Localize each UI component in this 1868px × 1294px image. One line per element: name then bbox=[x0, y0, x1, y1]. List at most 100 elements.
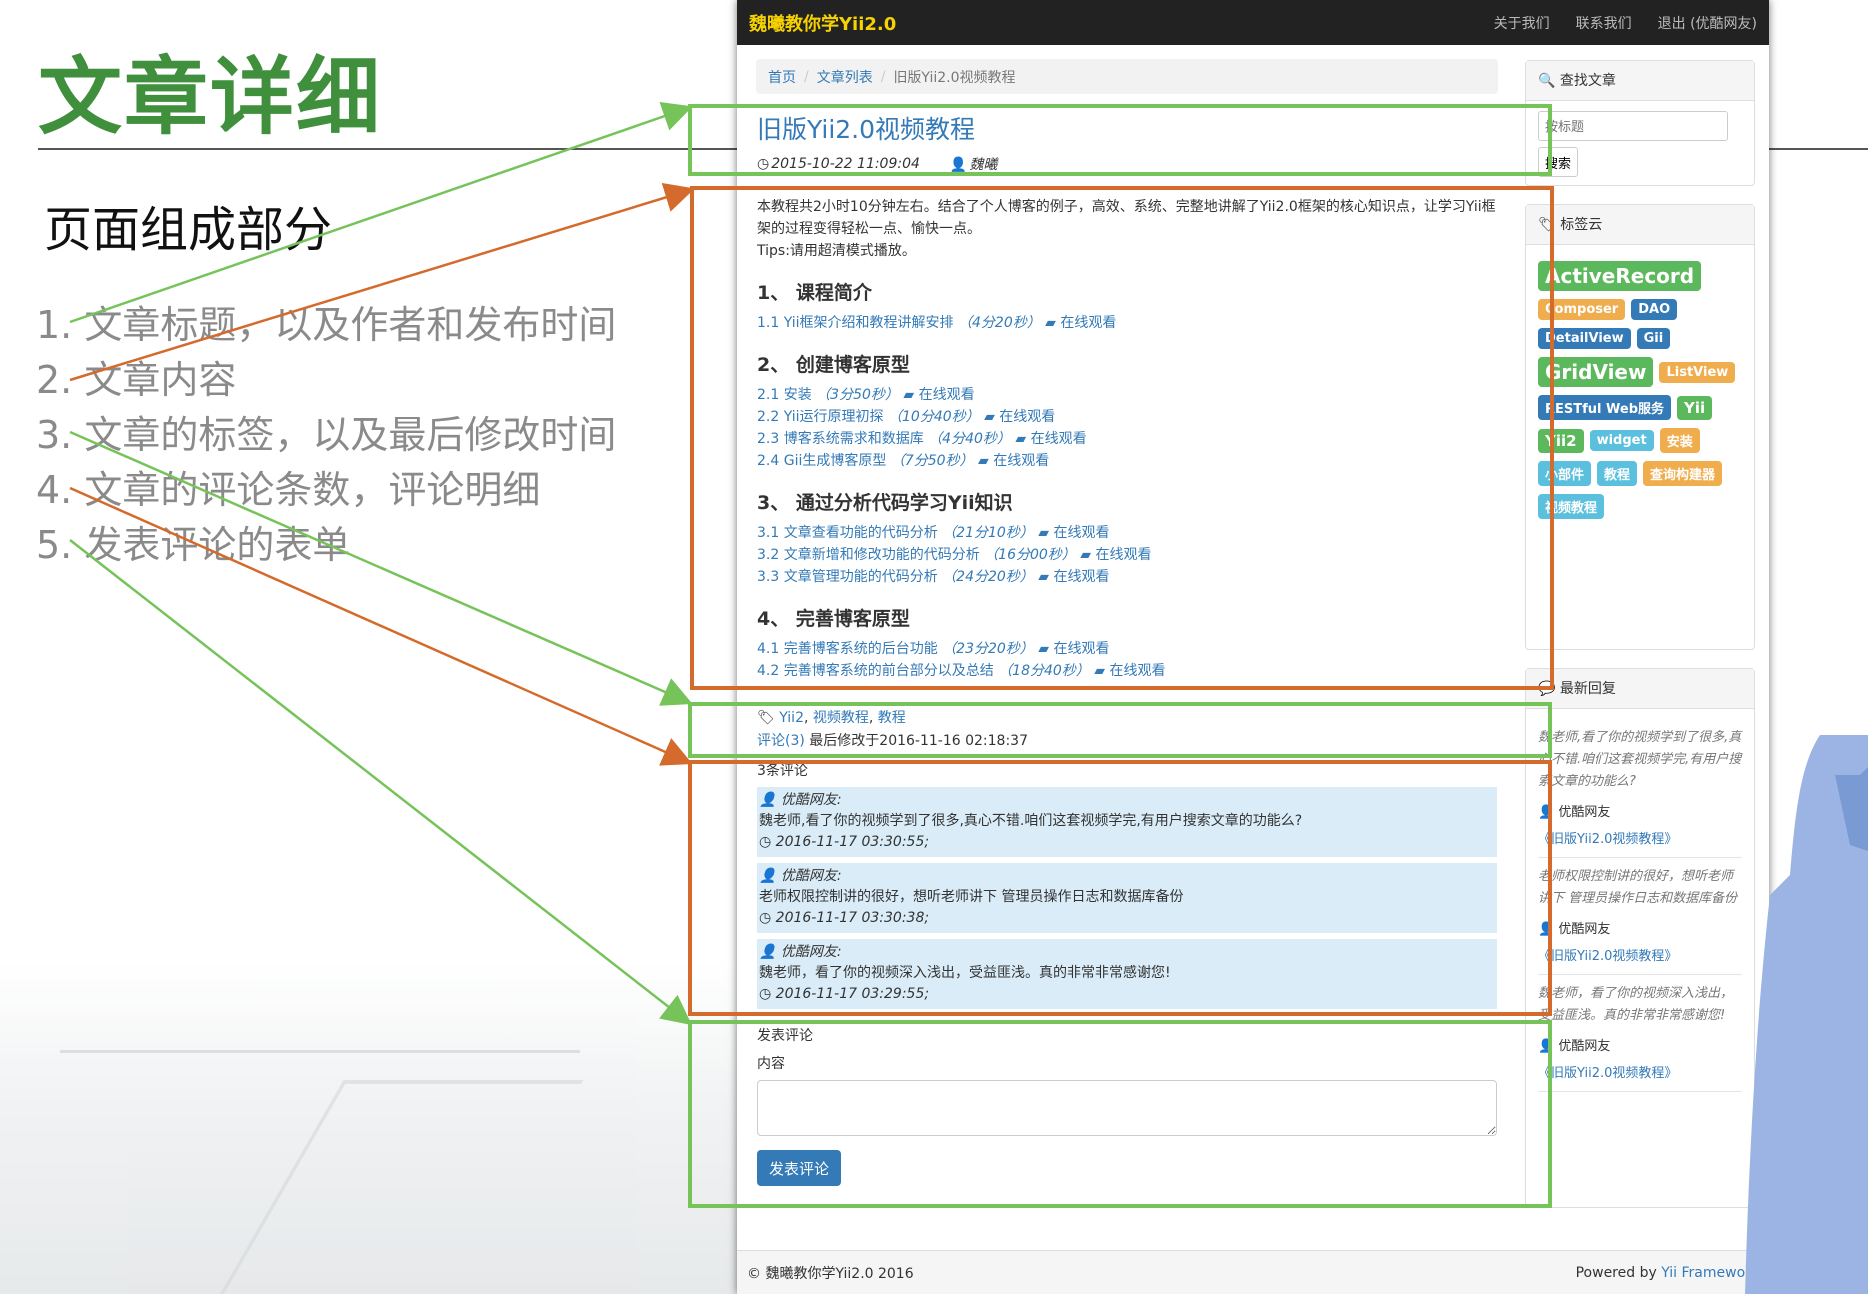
comment-count-link[interactable]: 评论(3) bbox=[757, 733, 805, 749]
lesson-item[interactable]: 3.3 文章管理功能的代码分析 （24分20秒） ▰ 在线观看 bbox=[757, 566, 1497, 588]
section-heading: 2、 创建博客原型 bbox=[757, 354, 910, 376]
lesson-title: 2.3 博客系统需求和数据库 bbox=[757, 431, 929, 447]
comment-text: 老师权限控制讲的很好，想听老师讲下 管理员操作日志和数据库备份 bbox=[759, 889, 1184, 905]
lesson-title: 3.1 文章查看功能的代码分析 bbox=[757, 525, 943, 541]
watch-online-link[interactable]: ▰ 在线观看 bbox=[1034, 569, 1109, 585]
tagcloud-tag[interactable]: DAO bbox=[1631, 299, 1678, 320]
comment-time: 2016-11-17 03:30:55; bbox=[775, 834, 930, 850]
watch-online-link[interactable]: ▰ 在线观看 bbox=[1041, 315, 1116, 331]
tag-link[interactable]: 教程 bbox=[878, 710, 906, 726]
recent-reply-author: 👤 优酷网友 bbox=[1538, 1039, 1611, 1054]
tagcloud-tag[interactable]: ActiveRecord bbox=[1538, 261, 1702, 291]
lesson-item[interactable]: 2.3 博客系统需求和数据库 （4分40秒） ▰ 在线观看 bbox=[757, 428, 1497, 450]
tagcloud-tag[interactable]: 教程 bbox=[1597, 461, 1638, 486]
tagcloud-tag[interactable]: 查询构建器 bbox=[1643, 461, 1723, 486]
lesson-item[interactable]: 3.1 文章查看功能的代码分析 （21分10秒） ▰ 在线观看 bbox=[757, 522, 1497, 544]
component-item: 4. 文章的评论条数，评论明细 bbox=[36, 468, 541, 512]
tags-icon: 🏷 bbox=[1538, 217, 1556, 233]
lesson-duration: （3分50秒） bbox=[816, 387, 899, 403]
tag-cloud: ActiveRecord Composer DAO DetailView Gii Grid… bbox=[1526, 245, 1754, 529]
nav-contact[interactable]: 联系我们 bbox=[1576, 13, 1632, 33]
tag-link[interactable]: Yii2 bbox=[779, 710, 804, 726]
submit-comment-button[interactable]: 发表评论 bbox=[757, 1150, 842, 1186]
tagcloud-tag[interactable]: ListView bbox=[1659, 361, 1736, 383]
recent-reply-post-link[interactable]: 《旧版Yii2.0视频教程》 bbox=[1538, 1062, 1742, 1081]
recent-reply-text: 老师权限控制讲的很好，想听老师讲下 管理员操作日志和数据库备份 bbox=[1538, 869, 1738, 906]
comment-text: 魏老师,看了你的视频学到了很多,真心不错.咱们这套视频学完,有用户搜索文章的功能… bbox=[759, 813, 1303, 829]
watch-online-link[interactable]: ▰ 在线观看 bbox=[1034, 525, 1109, 541]
tagcloud-panel: 🏷 标签云 ActiveRecord Composer DAO DetailView G… bbox=[1525, 204, 1755, 650]
comment-item: 👤 优酷网友: 魏老师，看了你的视频深入浅出，受益匪浅。真的非常非常感谢您! ◷… bbox=[757, 939, 1497, 1009]
tag-link[interactable]: 视频教程 bbox=[813, 710, 869, 726]
clock-icon: ◷ bbox=[757, 156, 770, 172]
watch-online-link[interactable]: ▰ 在线观看 bbox=[899, 387, 974, 403]
user-icon: 👤 bbox=[759, 792, 777, 808]
watch-online-link[interactable]: ▰ 在线观看 bbox=[1011, 431, 1086, 447]
lesson-item[interactable]: 4.2 完善博客系统的前台部分以及总结 （18分40秒） ▰ 在线观看 bbox=[757, 660, 1497, 682]
tagcloud-tag[interactable]: RESTful Web服务 bbox=[1538, 395, 1672, 420]
watch-online-link[interactable]: ▰ 在线观看 bbox=[1090, 663, 1165, 679]
user-icon: 👤 bbox=[759, 944, 777, 960]
watch-online-link[interactable]: ▰ 在线观看 bbox=[974, 453, 1049, 469]
lesson-item[interactable]: 2.4 Gii生成博客原型 （7分50秒） ▰ 在线观看 bbox=[757, 450, 1497, 472]
breadcrumb-list[interactable]: 文章列表 bbox=[817, 67, 873, 87]
watch-online-link[interactable]: ▰ 在线观看 bbox=[1076, 547, 1151, 563]
recent-reply-post-link[interactable]: 《旧版Yii2.0视频教程》 bbox=[1538, 945, 1742, 964]
recent-reply-author: 👤 优酷网友 bbox=[1538, 922, 1611, 937]
post-tips: Tips:请用超清模式播放。 bbox=[757, 243, 916, 259]
tagcloud-tag[interactable]: Yii2 bbox=[1538, 428, 1584, 453]
nav-about[interactable]: 关于我们 bbox=[1494, 13, 1550, 33]
recent-reply-item: 老师权限控制讲的很好，想听老师讲下 管理员操作日志和数据库备份 👤 优酷网友《旧版… bbox=[1538, 858, 1742, 975]
lesson-item[interactable]: 2.1 安装 （3分50秒） ▰ 在线观看 bbox=[757, 384, 1497, 406]
comments-count: 3条评论 bbox=[757, 763, 808, 779]
lesson-title: 4.2 完善博客系统的前台部分以及总结 bbox=[757, 663, 999, 679]
tagcloud-tag[interactable]: Yii bbox=[1677, 395, 1713, 420]
breadcrumb-home[interactable]: 首页 bbox=[768, 67, 796, 87]
lesson-duration: （10分40秒） bbox=[888, 409, 980, 425]
tagcloud-tag[interactable]: 小部件 bbox=[1538, 461, 1592, 486]
nav-logout[interactable]: 退出 (优酷网友) bbox=[1658, 13, 1757, 33]
post-author: 魏曦 bbox=[969, 157, 998, 173]
brand-link[interactable]: 魏曦教你学Yii2.0 bbox=[749, 10, 896, 36]
tagcloud-tag[interactable]: Composer bbox=[1538, 299, 1626, 320]
component-item: 1. 文章标题，以及作者和发布时间 bbox=[36, 303, 617, 347]
lesson-duration: （18分40秒） bbox=[998, 663, 1090, 679]
presenter-figure bbox=[1745, 735, 1868, 1294]
comment-textarea[interactable] bbox=[757, 1080, 1497, 1136]
lesson-item[interactable]: 1.1 Yii框架介绍和教程讲解安排 （4分20秒） ▰ 在线观看 bbox=[757, 312, 1497, 334]
tagcloud-tag[interactable]: widget bbox=[1589, 430, 1654, 451]
post-date: 2015-10-22 11:09:04 bbox=[771, 156, 920, 172]
search-button[interactable]: 搜索 bbox=[1538, 147, 1579, 177]
tagcloud-tag[interactable]: 安装 bbox=[1659, 428, 1700, 453]
watch-online-link[interactable]: ▰ 在线观看 bbox=[1034, 641, 1109, 657]
lesson-title: 2.1 安装 bbox=[757, 387, 817, 403]
tagcloud-tag[interactable]: Gii bbox=[1636, 328, 1671, 349]
tagcloud-tag[interactable]: 视频教程 bbox=[1538, 494, 1605, 519]
search-icon: 🔍 bbox=[1538, 73, 1556, 89]
lesson-item[interactable]: 4.1 完善博客系统的后台功能 （23分20秒） ▰ 在线观看 bbox=[757, 638, 1497, 660]
slide-title: 文章详细 bbox=[38, 48, 383, 146]
last-modified: 最后修改于2016-11-16 02:18:37 bbox=[809, 733, 1028, 749]
section-heading: 3、 通过分析代码学习Yii知识 bbox=[757, 492, 1013, 514]
background-photo bbox=[0, 960, 760, 1294]
tag-icon: 🏷 bbox=[757, 710, 775, 726]
user-icon: 👤 bbox=[949, 157, 968, 173]
search-input[interactable] bbox=[1538, 111, 1728, 141]
recent-reply-text: 魏老师，看了你的视频深入浅出，受益匪浅。真的非常非常感谢您! bbox=[1538, 986, 1734, 1023]
tagcloud-tag[interactable]: DetailView bbox=[1538, 328, 1631, 349]
recent-reply-post-link[interactable]: 《旧版Yii2.0视频教程》 bbox=[1538, 828, 1742, 847]
tagcloud-title: 标签云 bbox=[1560, 217, 1603, 233]
breadcrumb: 首页 / 文章列表 / 旧版Yii2.0视频教程 bbox=[756, 59, 1498, 94]
lesson-item[interactable]: 2.2 Yii运行原理初探 （10分40秒） ▰ 在线观看 bbox=[757, 406, 1497, 428]
clock-icon: ◷ bbox=[759, 910, 772, 926]
lesson-item[interactable]: 3.2 文章新增和修改功能的代码分析 （16分00秒） ▰ 在线观看 bbox=[757, 544, 1497, 566]
lesson-duration: （21分10秒） bbox=[942, 525, 1034, 541]
watch-online-link[interactable]: ▰ 在线观看 bbox=[980, 409, 1055, 425]
comment-item: 👤 优酷网友: 魏老师,看了你的视频学到了很多,真心不错.咱们这套视频学完,有用… bbox=[757, 787, 1497, 857]
clock-icon: ◷ bbox=[759, 834, 772, 850]
tagcloud-tag[interactable]: GridView bbox=[1538, 357, 1654, 387]
component-item: 2. 文章内容 bbox=[36, 358, 237, 402]
recent-comments-panel: 💬 最新回复 魏老师,看了你的视频学到了很多,真心不错.咱们这套视频学完,有用户… bbox=[1525, 668, 1755, 1208]
user-icon: 👤 bbox=[759, 868, 777, 884]
post-intro: 本教程共2小时10分钟左右。结合了个人博客的例子，高效、系统、完整地讲解了Yii… bbox=[757, 199, 1496, 237]
